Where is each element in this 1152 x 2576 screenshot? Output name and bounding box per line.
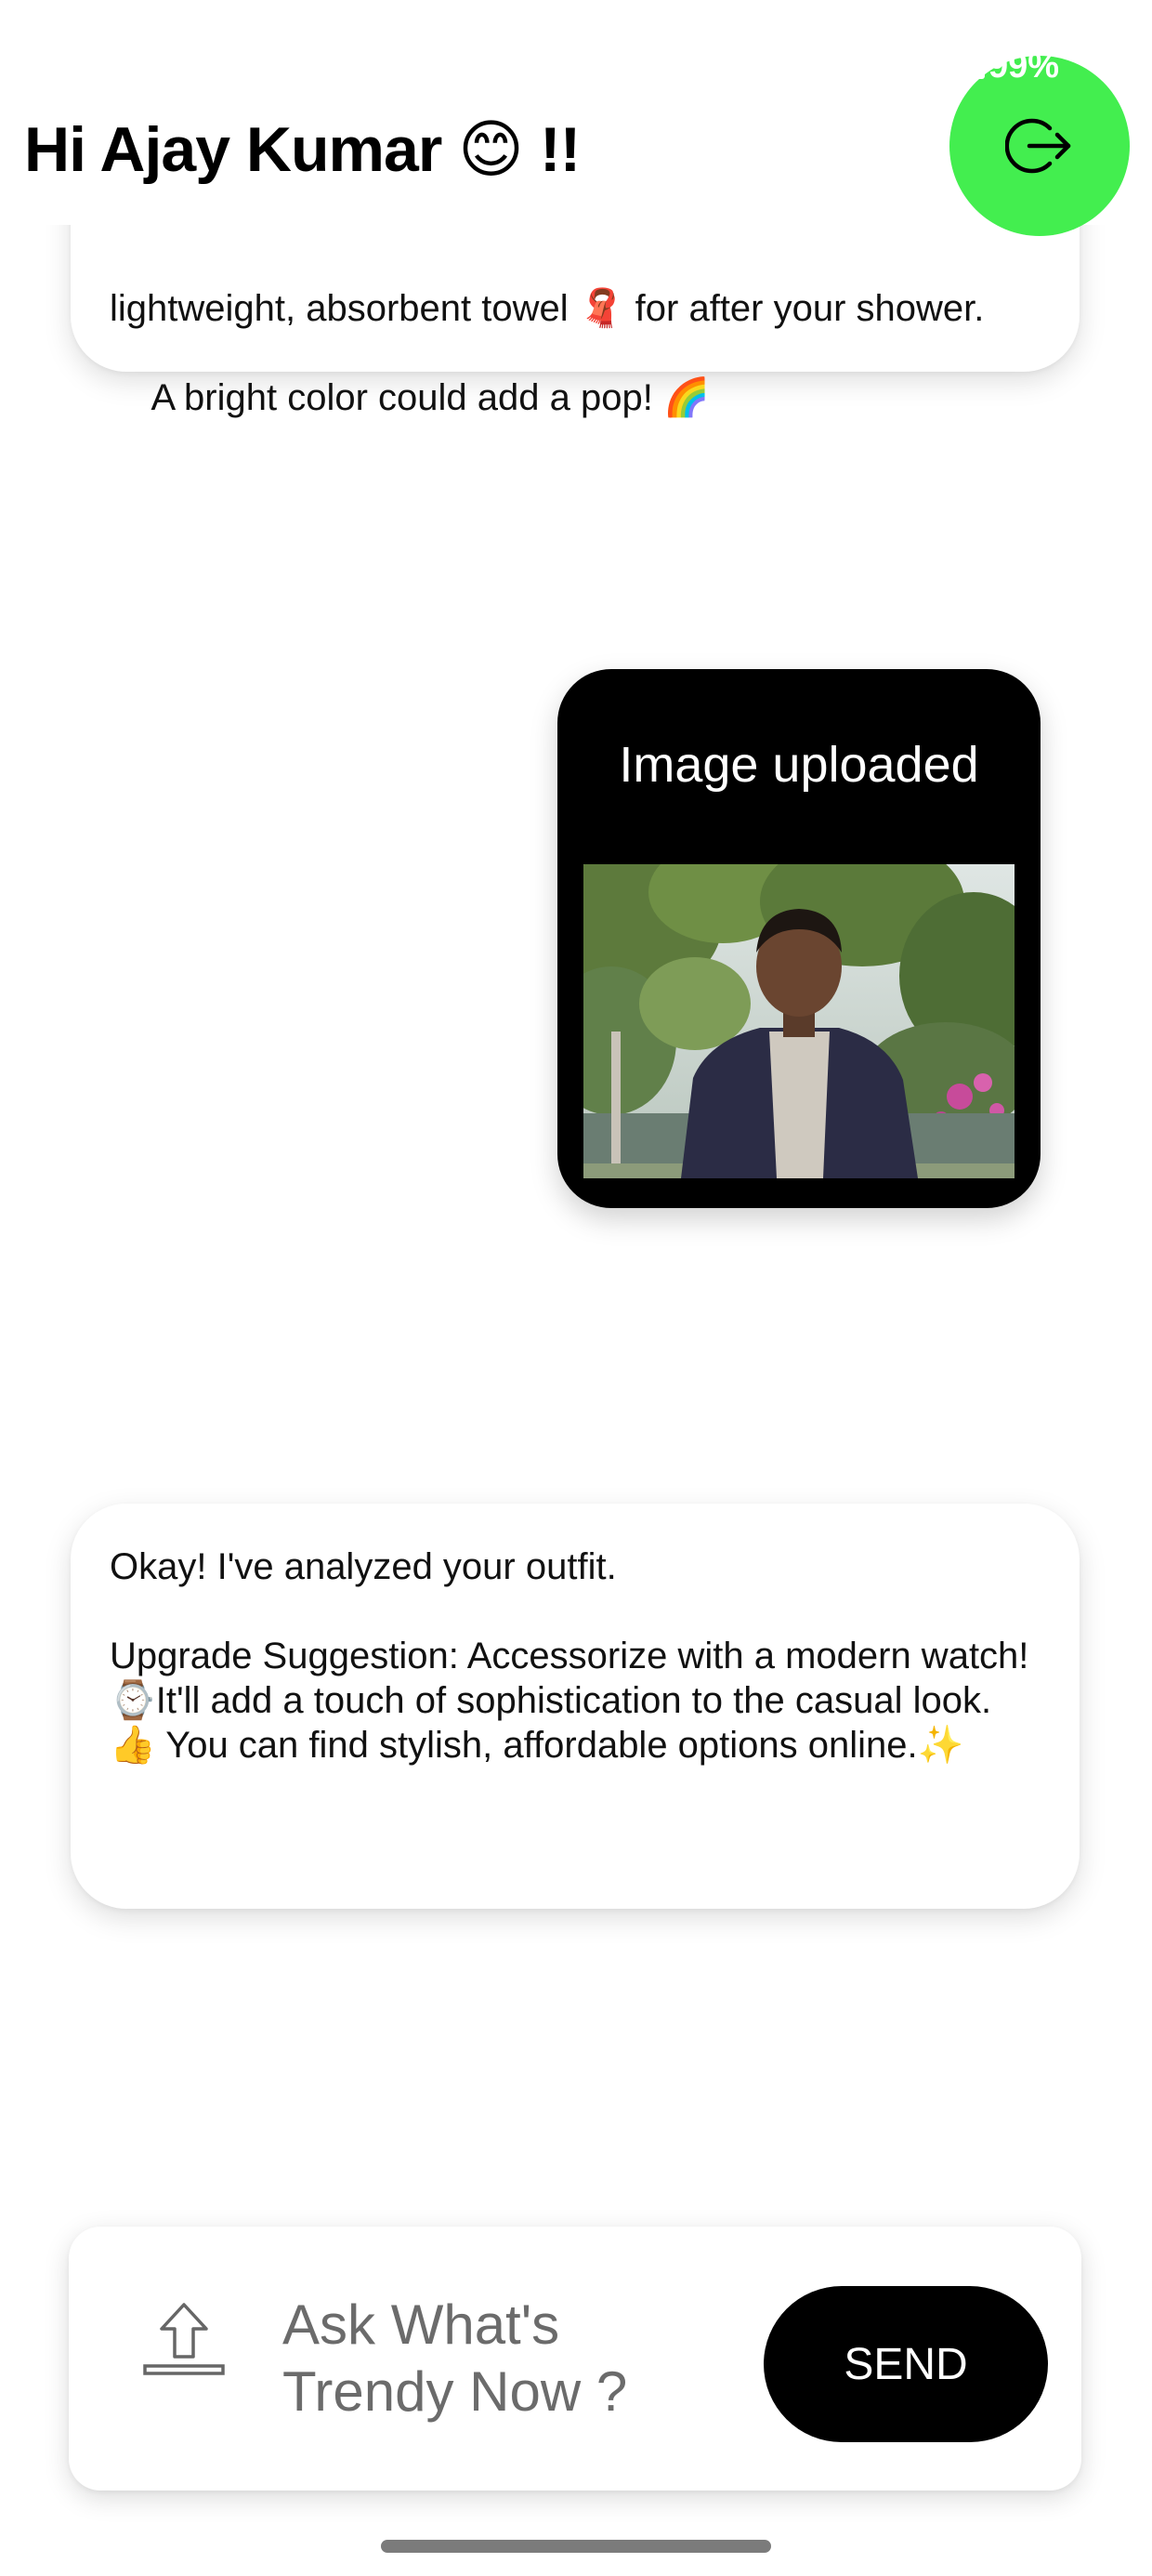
message-composer: SEND: [69, 2227, 1081, 2491]
bot-message-cut-text: lightweight, absorbent towel 🧣 for after…: [110, 288, 985, 329]
logout-icon: [1005, 118, 1071, 174]
bot-message-analysis: Okay! I've analyzed your outfit. Upgrade…: [71, 1504, 1080, 1909]
uploaded-photo[interactable]: [583, 864, 1015, 1178]
battery-percent: 99%: [988, 46, 1060, 85]
message-input[interactable]: [282, 2292, 719, 2431]
battery-icon: [968, 54, 985, 79]
image-uploaded-label: Image uploaded: [619, 737, 979, 793]
page-title: Hi Ajay Kumar 😊 !!: [24, 114, 581, 185]
battery-indicator: 99%: [968, 46, 1059, 86]
user-message-image: Image uploaded: [557, 669, 1041, 1208]
send-button[interactable]: SEND: [764, 2286, 1048, 2442]
upload-button[interactable]: [136, 2299, 232, 2396]
upload-icon: [143, 2303, 225, 2375]
chat-screen: lightweight, absorbent towel 🧣 for after…: [0, 0, 1152, 2576]
home-indicator[interactable]: [381, 2540, 771, 2553]
bot-message-text: A bright color could add a pop! 🌈: [151, 377, 710, 418]
